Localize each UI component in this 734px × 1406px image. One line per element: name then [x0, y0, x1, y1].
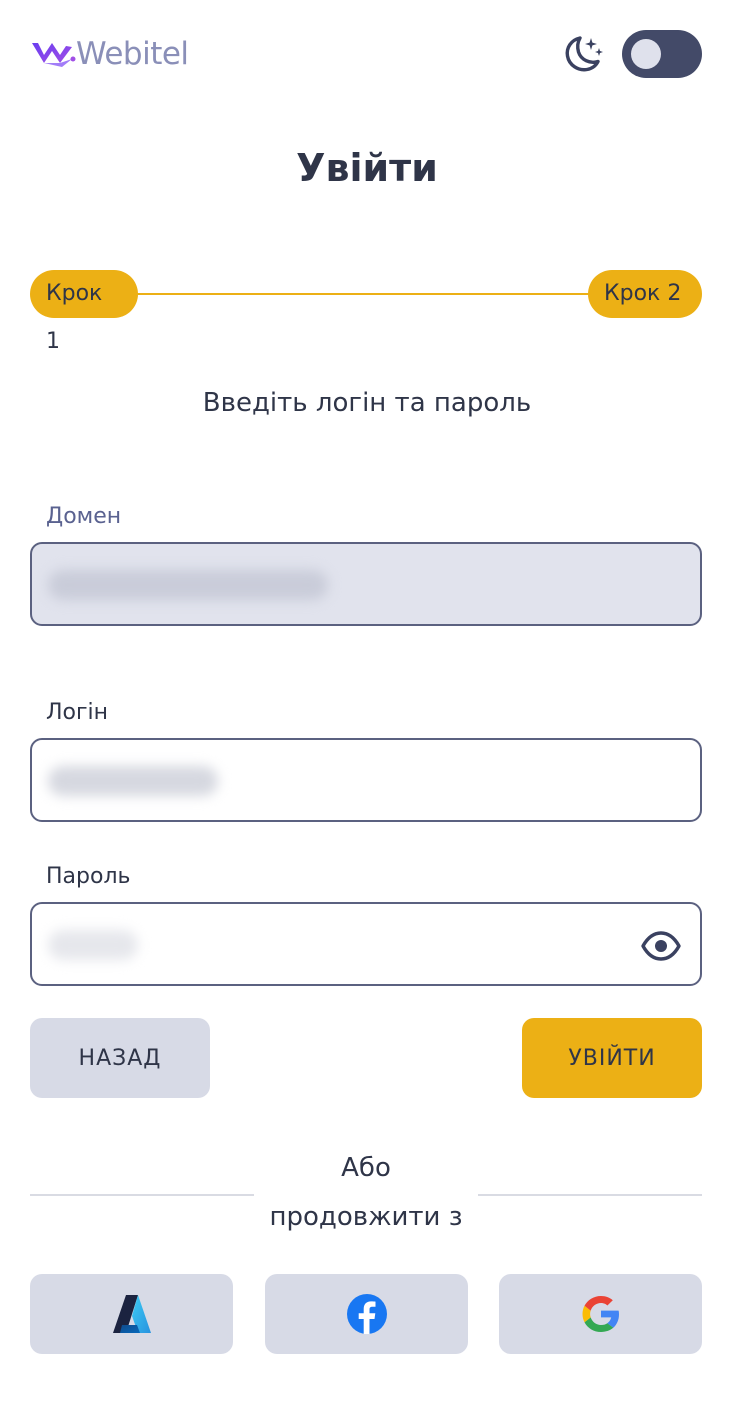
toggle-knob: [631, 39, 661, 69]
logo-text: Webitel: [76, 36, 189, 72]
domain-field[interactable]: [30, 542, 702, 626]
login-value-redacted: [48, 766, 218, 796]
webitel-logo: Webitel: [30, 32, 189, 76]
facebook-login-button[interactable]: [265, 1274, 468, 1354]
password-label: Пароль: [46, 864, 131, 889]
login-page: Webitel Увійти Крок 1 Крок 2 Введіть лог…: [0, 0, 734, 1406]
eye-icon[interactable]: [640, 926, 682, 966]
password-value-redacted: [48, 930, 138, 960]
step-2-pill: Крок 2: [588, 270, 702, 318]
domain-value-redacted: [48, 570, 328, 600]
divider-left: [30, 1194, 254, 1196]
login-submit-button[interactable]: УВІЙТИ: [522, 1018, 702, 1098]
theme-toggle[interactable]: [622, 30, 702, 78]
stepper-line: [120, 293, 614, 295]
page-title: Увійти: [296, 146, 438, 190]
webitel-logo-icon: [32, 43, 76, 67]
azure-login-button[interactable]: [30, 1274, 233, 1354]
azure-icon: [112, 1295, 151, 1333]
form-subtitle: Введіть логін та пароль: [202, 388, 532, 418]
domain-label: Домен: [46, 504, 122, 529]
google-icon: [582, 1296, 619, 1332]
google-login-button[interactable]: [499, 1274, 702, 1354]
back-button[interactable]: НАЗАД: [30, 1018, 210, 1098]
step-1-pill: Крок 1: [30, 270, 138, 354]
continue-with-text: продовжити з: [269, 1202, 463, 1232]
moon-stars-icon[interactable]: [558, 30, 606, 78]
password-field[interactable]: [30, 902, 702, 986]
login-label: Логін: [46, 700, 109, 725]
divider-right: [478, 1194, 702, 1196]
facebook-icon: [346, 1294, 387, 1334]
login-field[interactable]: [30, 738, 702, 822]
or-text: Або: [341, 1153, 391, 1183]
